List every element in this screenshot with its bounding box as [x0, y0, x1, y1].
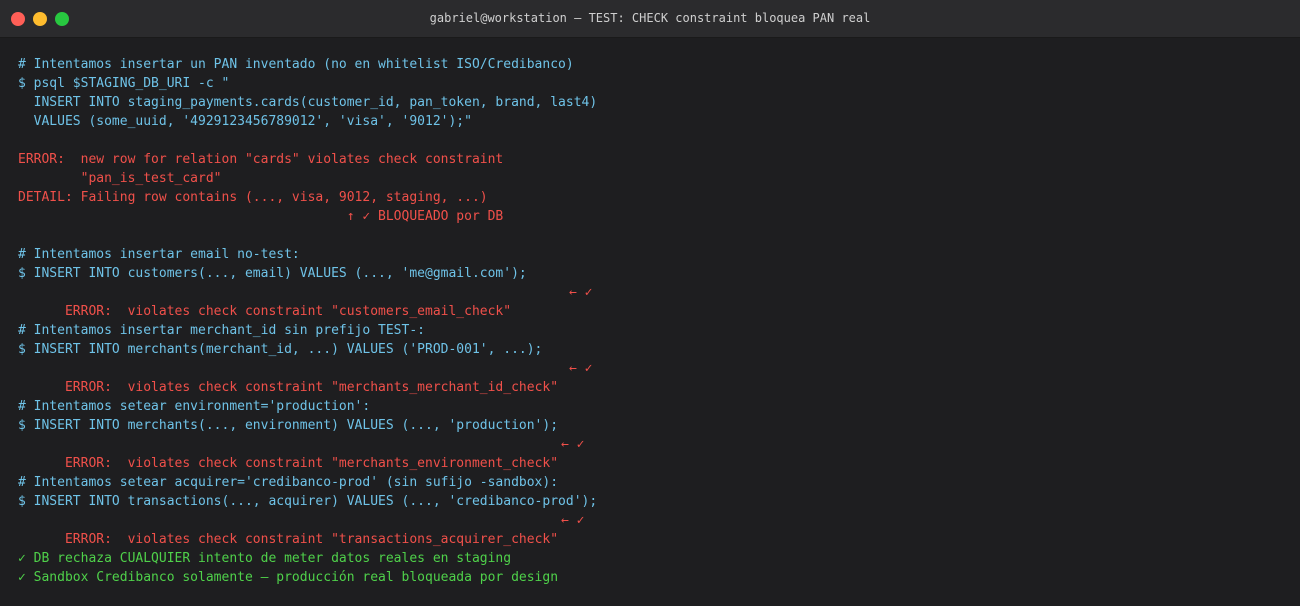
- title-bar: gabriel@workstation — TEST: CHECK constr…: [0, 0, 1300, 38]
- error-line: ERROR: violates check constraint "mercha…: [18, 359, 1290, 395]
- command-line: $ INSERT INTO transactions(..., acquirer…: [18, 494, 598, 509]
- window-title: gabriel@workstation — TEST: CHECK constr…: [429, 11, 871, 25]
- error-line: ERROR: new row for relation "cards" viol…: [18, 152, 504, 167]
- check-arrow-icon: ← ✓: [561, 513, 585, 528]
- success-line: ✓ DB rechaza CUALQUIER intento de meter …: [18, 551, 512, 566]
- terminal-output[interactable]: # Intentamos insertar un PAN inventado (…: [18, 55, 1290, 587]
- comment-line: # Intentamos setear environment='product…: [18, 399, 371, 414]
- command-line: $ INSERT INTO customers(..., email) VALU…: [18, 266, 527, 281]
- blocked-marker-line: ↑ ✓ BLOQUEADO por DB: [18, 209, 504, 224]
- success-line: ✓ Sandbox Credibanco solamente — producc…: [18, 570, 559, 585]
- check-arrow-icon: ← ✓: [561, 437, 585, 452]
- comment-line: # Intentamos setear acquirer='credibanco…: [18, 475, 559, 490]
- comment-line: # Intentamos insertar email no-test:: [18, 247, 300, 262]
- check-arrow-icon: ← ✓: [569, 361, 593, 376]
- error-line: ERROR: violates check constraint "transa…: [18, 511, 1290, 547]
- comment-line: # Intentamos insertar un PAN inventado (…: [18, 57, 574, 72]
- error-line: "pan_is_test_card": [18, 171, 222, 186]
- error-line: ERROR: violates check constraint "mercha…: [18, 435, 1290, 471]
- terminal-window: gabriel@workstation — TEST: CHECK constr…: [0, 0, 1300, 606]
- command-line: $ INSERT INTO merchants(merchant_id, ...…: [18, 342, 543, 357]
- error-detail-line: DETAIL: Failing row contains (..., visa,…: [18, 190, 488, 205]
- comment-line: # Intentamos insertar merchant_id sin pr…: [18, 323, 425, 338]
- error-line: ERROR: violates check constraint "custom…: [18, 283, 1290, 319]
- command-line: VALUES (some_uuid, '4929123456789012', '…: [18, 114, 472, 129]
- command-line: $ INSERT INTO merchants(..., environment…: [18, 418, 559, 433]
- check-arrow-icon: ← ✓: [569, 285, 593, 300]
- command-line: INSERT INTO staging_payments.cards(custo…: [18, 95, 598, 110]
- command-line: $ psql $STAGING_DB_URI -c ": [18, 76, 230, 91]
